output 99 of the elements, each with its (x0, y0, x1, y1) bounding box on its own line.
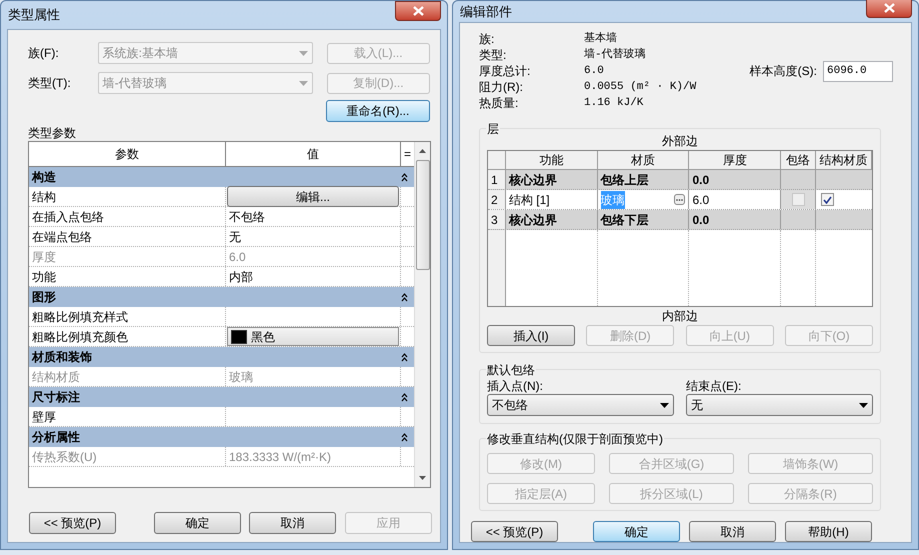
scroll-up-icon (419, 149, 426, 153)
parameter-name: 壁厚 (29, 407, 226, 426)
scroll-down-icon (419, 476, 426, 480)
column-header: 材质 (598, 151, 690, 169)
scrollbar[interactable] (414, 142, 430, 487)
column-header: 功能 (506, 151, 598, 169)
dialog-button[interactable]: 确定 (593, 521, 680, 542)
info-value: 0.0055 (m² · K)/W (584, 80, 696, 95)
info-value: 墙-代替玻璃 (584, 46, 646, 63)
group-header[interactable]: 图形 (29, 287, 414, 307)
dropdown-arrow-icon (660, 402, 669, 408)
group-header[interactable]: 尺寸标注 (29, 387, 414, 407)
parameter-name: 粗略比例填充样式 (29, 307, 226, 326)
parameter-value: 无 (228, 228, 242, 246)
browse-button[interactable] (674, 194, 686, 205)
parameter-name: 厚度 (29, 247, 226, 266)
row-number: 2 (488, 190, 506, 209)
parameter-value: 183.3333 W/(m²·K) (228, 448, 332, 466)
layer-material: 包络下层 (600, 212, 649, 228)
parameter-value: 6.0 (228, 248, 247, 266)
sample-height-input[interactable]: 6096.0 (823, 60, 893, 82)
dialog-button[interactable]: << 预览(P) (471, 521, 558, 542)
dropdown[interactable]: 不包络 (487, 394, 674, 416)
edge-label: 外部边 (661, 133, 699, 150)
parameter-name: 结构 (29, 187, 226, 206)
group-title: 构造 (32, 169, 56, 186)
field-label: 结束点(E): (686, 378, 742, 394)
info-label: 族: (479, 31, 496, 48)
boundary-row[interactable]: 1 核心边界 包络上层 0.0 (488, 170, 872, 190)
group-header[interactable]: 材质和装饰 (29, 347, 414, 367)
field-label: 类型(T): (28, 75, 72, 92)
dialog-button[interactable]: 重命名(R)... (326, 100, 430, 122)
close-icon (884, 2, 894, 12)
close-button[interactable] (866, 0, 912, 18)
column-header: 结构材质 (816, 151, 872, 169)
dialog-button[interactable]: 插入(I) (487, 325, 575, 346)
parameter-name: 在端点包络 (29, 227, 226, 246)
parameter-value: 内部 (228, 268, 254, 286)
group-title: 尺寸标注 (32, 389, 80, 406)
group-header[interactable]: 分析属性 (29, 427, 414, 447)
info-label: 热质量: (479, 95, 520, 112)
parameter-name: 在插入点包络 (29, 207, 226, 226)
parameter-name: 结构材质 (29, 367, 226, 386)
dialog-button[interactable]: << 预览(P) (29, 512, 116, 534)
column-header: 包络 (781, 151, 816, 169)
scrollbar-thumb[interactable] (416, 160, 430, 270)
section-label: 类型参数 (28, 125, 77, 141)
parameter-name: 功能 (29, 267, 226, 286)
dialog-button[interactable]: 确定 (154, 512, 241, 534)
parameter-name: 粗略比例填充颜色 (29, 327, 226, 346)
layer-function: 结构 [1] (506, 190, 598, 209)
dialog-button[interactable]: 取消 (249, 512, 336, 534)
edge-label: 内部边 (661, 308, 699, 325)
info-value: 6.0 (584, 64, 604, 79)
dropdown[interactable]: 无 (686, 394, 873, 416)
dropdown-arrow-icon (298, 80, 308, 86)
group-title: 分析属性 (32, 429, 80, 446)
info-value: 1.16 kJ/K (584, 96, 644, 111)
parameter-value: 不包络 (228, 208, 266, 226)
filter-symbol: = (402, 146, 412, 163)
window-title: 类型属性 (8, 6, 60, 24)
dropdown-arrow-icon (298, 50, 308, 56)
layer-function: 核心边界 (506, 170, 598, 189)
parameter-name: 传热系数(U) (29, 447, 226, 466)
row-number: 3 (488, 210, 506, 229)
checkbox[interactable] (821, 193, 834, 206)
column-header: 参数 (29, 142, 226, 166)
group-title: 材质和装饰 (32, 349, 92, 366)
checkmark-icon (823, 196, 832, 204)
color-button[interactable]: 黑色 (227, 327, 399, 346)
layer-material: 玻璃 (600, 190, 625, 208)
window-title: 编辑部件 (460, 2, 512, 21)
info-value: 基本墙 (584, 31, 617, 47)
layer-thickness: 0.0 (689, 210, 782, 229)
column-header: 厚度 (689, 151, 782, 169)
layer-function: 核心边界 (506, 210, 598, 229)
close-button[interactable] (395, 1, 441, 21)
group-title: 默认包络 (486, 361, 536, 379)
layer-material: 包络上层 (600, 172, 649, 188)
dialog-button[interactable]: 取消 (689, 521, 776, 542)
close-icon (412, 6, 424, 16)
field-label: 样本高度(S): (750, 63, 817, 80)
boundary-row[interactable]: 3 核心边界 包络下层 0.0 (488, 210, 872, 230)
info-label: 阻力(R): (479, 79, 524, 96)
row-number: 1 (488, 170, 506, 189)
layer-row[interactable]: 2 结构 [1] 玻璃 6.0 (488, 190, 872, 210)
column-header: 值 (226, 142, 401, 166)
dropdown-arrow-icon (859, 402, 868, 408)
group-title: 图形 (32, 289, 56, 306)
field-label: 插入点(N): (487, 378, 544, 394)
dialog-button[interactable]: 帮助(H) (785, 521, 872, 542)
layer-thickness: 0.0 (689, 170, 782, 189)
info-label: 类型: (479, 47, 508, 64)
group-title: 修改垂直结构(仅限于剖面预览中) (486, 430, 664, 448)
field-label: 族(F): (28, 45, 60, 62)
edit-button[interactable]: 编辑... (227, 186, 399, 207)
parameter-value: 玻璃 (228, 368, 254, 386)
info-label: 厚度总计: (479, 63, 532, 80)
group-header[interactable]: 构造 (29, 167, 414, 187)
